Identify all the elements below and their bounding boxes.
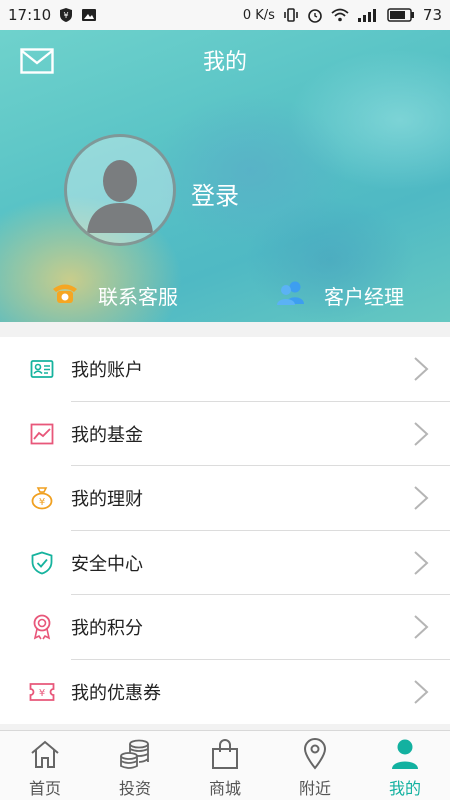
- image-notification-icon: [81, 8, 97, 22]
- menu-label: 我的优惠券: [71, 682, 161, 704]
- nav-mine[interactable]: 我的: [360, 731, 450, 800]
- coupon-icon: ¥: [29, 679, 55, 705]
- battery-icon: [387, 8, 415, 22]
- nav-label: 首页: [28, 779, 61, 798]
- menu-item-account[interactable]: 我的账户: [0, 337, 450, 402]
- nav-mall[interactable]: 商城: [180, 731, 270, 800]
- menu-item-coupons[interactable]: ¥ 我的优惠券: [0, 660, 450, 725]
- battery-level: 73: [422, 6, 442, 24]
- chevron-right-icon: [412, 485, 430, 511]
- chevron-right-icon: [412, 614, 430, 640]
- svg-text:¥: ¥: [64, 11, 69, 20]
- svg-text:¥: ¥: [39, 688, 45, 699]
- profile-icon: [388, 737, 422, 771]
- menu-label: 我的理财: [71, 489, 143, 511]
- chevron-right-icon: [412, 550, 430, 576]
- menu-label: 我的账户: [71, 360, 143, 382]
- chevron-right-icon: [412, 356, 430, 382]
- medal-icon: [29, 614, 55, 640]
- shopping-bag-icon: [208, 737, 242, 771]
- chart-line-icon: [29, 421, 55, 447]
- alarm-icon: [307, 7, 323, 23]
- page-title: 我的: [202, 50, 247, 75]
- users-icon: [276, 280, 306, 311]
- menu-item-fund[interactable]: 我的基金: [0, 402, 450, 466]
- menu-label: 我的基金: [71, 424, 143, 446]
- bottom-nav: 首页 投资 商城 附近 我的: [0, 730, 450, 800]
- nav-nearby[interactable]: 附近: [270, 731, 360, 800]
- nav-label: 附近: [298, 779, 331, 798]
- chevron-right-icon: [412, 421, 430, 447]
- avatar[interactable]: [64, 134, 176, 246]
- chevron-right-icon: [412, 679, 430, 705]
- wifi-icon: [331, 8, 349, 22]
- network-speed: 0 K/s: [242, 7, 275, 23]
- money-bag-icon: ¥: [29, 485, 55, 511]
- status-bar: 17:10 ¥ 0 K/s 73: [0, 0, 450, 30]
- account-card-icon: [29, 356, 55, 382]
- yen-shield-icon: ¥: [59, 7, 73, 23]
- menu-item-wealth[interactable]: ¥ 我的理财: [0, 466, 450, 531]
- nav-label: 商城: [208, 779, 241, 798]
- status-time: 17:10: [8, 6, 52, 24]
- account-manager-label: 客户经理: [324, 285, 404, 309]
- profile-header: 我的 登录 联系客服 客户经理: [0, 30, 450, 322]
- shield-check-icon: [29, 550, 55, 576]
- nav-label: 投资: [118, 779, 151, 798]
- login-link[interactable]: 登录: [191, 176, 239, 211]
- menu-item-security[interactable]: 安全中心: [0, 531, 450, 595]
- menu-list: 我的账户 我的基金 ¥ 我的理财 安全中心 我的积分 ¥ 我的优惠券: [0, 337, 450, 724]
- user-silhouette-icon: [87, 160, 153, 233]
- nav-home[interactable]: 首页: [0, 731, 90, 800]
- contact-service-label: 联系客服: [98, 285, 178, 309]
- menu-item-points[interactable]: 我的积分: [0, 595, 450, 660]
- account-manager-button[interactable]: 客户经理: [276, 280, 404, 311]
- vibrate-icon: [283, 7, 299, 23]
- contact-service-button[interactable]: 联系客服: [50, 280, 178, 311]
- home-icon: [28, 737, 62, 771]
- signal-icon: [357, 8, 379, 22]
- phone-icon: [50, 280, 80, 311]
- menu-label: 我的积分: [71, 618, 143, 640]
- menu-label: 安全中心: [71, 553, 143, 575]
- svg-text:¥: ¥: [39, 497, 45, 508]
- coins-icon: [118, 737, 152, 771]
- location-pin-icon: [298, 737, 332, 771]
- nav-invest[interactable]: 投资: [90, 731, 180, 800]
- nav-label: 我的: [388, 779, 421, 798]
